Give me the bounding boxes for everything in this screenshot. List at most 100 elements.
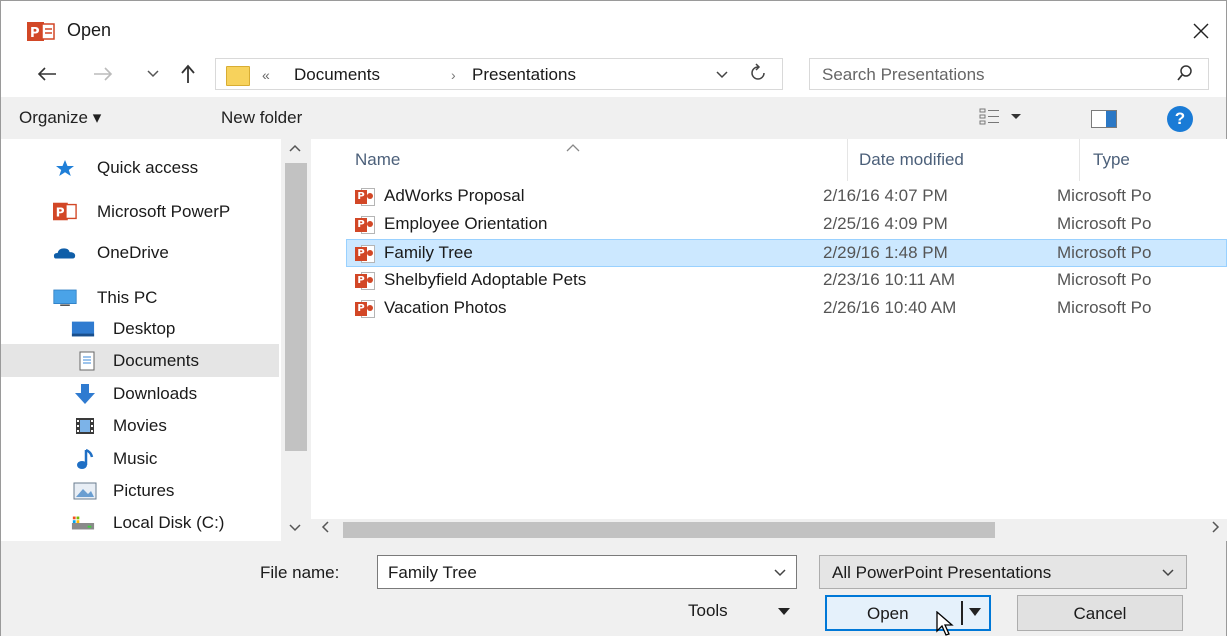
file-row-selected[interactable]: P Family Tree 2/29/16 1:48 PM Microsoft …	[346, 239, 1227, 267]
open-split-divider	[961, 601, 963, 625]
nav-item-quick-access[interactable]: Quick access	[1, 151, 279, 184]
file-name-label: File name:	[260, 563, 340, 582]
nav-item-onedrive[interactable]: OneDrive	[1, 236, 279, 269]
file-list: Name Date modified Type P AdWorks Propos…	[311, 139, 1227, 541]
nav-item-music[interactable]: Music	[1, 442, 279, 475]
cancel-button[interactable]: Cancel	[1017, 595, 1183, 631]
powerpoint-file-icon: P	[355, 216, 375, 234]
close-button[interactable]	[1176, 9, 1226, 53]
bottom-panel: File name: Family Tree All PowerPoint Pr…	[1, 541, 1226, 636]
powerpoint-file-icon: P	[355, 188, 375, 206]
svg-text:P: P	[30, 26, 40, 41]
mouse-cursor-icon	[936, 611, 954, 636]
horizontal-scroll-thumb[interactable]	[343, 522, 995, 538]
computer-icon	[53, 288, 77, 308]
powerpoint-file-icon: P	[355, 300, 375, 318]
help-button[interactable]: ?	[1167, 106, 1193, 132]
file-row[interactable]: P Shelbyfield Adoptable Pets 2/23/16 10:…	[347, 267, 1227, 295]
file-row[interactable]: P AdWorks Proposal 2/16/16 4:07 PM Micro…	[347, 183, 1227, 211]
file-type: Microsoft Po	[1057, 270, 1152, 289]
nav-item-label: Pictures	[113, 480, 175, 500]
address-row: « Documents › Presentations Search Prese…	[1, 53, 1226, 95]
tools-dropdown-arrow-icon[interactable]	[778, 604, 790, 618]
nav-item-microsoft-powerpoint[interactable]: P Microsoft PowerP	[1, 195, 279, 228]
scroll-left-arrow-icon[interactable]	[321, 520, 329, 536]
breadcrumb-presentations[interactable]: Presentations	[472, 65, 576, 85]
open-dropdown-arrow-icon[interactable]	[969, 604, 981, 619]
new-folder-button[interactable]: New folder	[221, 108, 302, 128]
nav-item-movies[interactable]: Movies	[1, 409, 279, 442]
file-name-value: Family Tree	[388, 563, 477, 582]
tools-menu[interactable]: Tools	[688, 601, 728, 621]
change-view-button[interactable]	[979, 107, 1023, 130]
file-type-dropdown[interactable]	[1162, 565, 1174, 580]
recent-locations-button[interactable]	[141, 61, 165, 87]
column-header-type[interactable]: Type	[1093, 150, 1130, 170]
nav-item-documents[interactable]: Documents	[1, 344, 279, 377]
nav-pane-scrollbar[interactable]	[281, 139, 311, 541]
chevron-down-icon	[716, 71, 728, 79]
nav-item-local-disk[interactable]: Local Disk (C:)	[1, 506, 279, 539]
nav-item-label: This PC	[97, 287, 158, 307]
refresh-button[interactable]	[750, 63, 766, 86]
horizontal-scrollbar[interactable]	[311, 519, 1227, 541]
command-bar: Organize ▾ New folder ?	[1, 97, 1226, 139]
desktop-icon	[71, 319, 95, 339]
file-row[interactable]: P Vacation Photos 2/26/16 10:40 AM Micro…	[347, 295, 1227, 323]
file-type: Microsoft Po	[1057, 298, 1152, 317]
nav-item-label: Music	[113, 448, 158, 468]
file-name-dropdown[interactable]	[774, 565, 786, 580]
breadcrumb-separator[interactable]: ›	[451, 67, 456, 83]
window-title: Open	[67, 20, 112, 40]
cloud-icon	[53, 243, 77, 263]
nav-item-label: OneDrive	[97, 242, 169, 262]
search-icon[interactable]	[1176, 64, 1194, 87]
chevron-down-icon	[147, 70, 159, 78]
file-name: Employee Orientation	[384, 214, 548, 233]
file-type: Microsoft Po	[1057, 243, 1152, 262]
nav-item-downloads[interactable]: Downloads	[1, 377, 279, 410]
column-divider[interactable]	[1079, 139, 1080, 181]
scroll-right-arrow-icon[interactable]	[1212, 520, 1220, 536]
back-button[interactable]	[35, 61, 59, 87]
nav-item-desktop[interactable]: Desktop	[1, 312, 279, 345]
column-header-date-modified[interactable]: Date modified	[859, 150, 964, 170]
nav-item-label: Desktop	[113, 318, 176, 338]
forward-button[interactable]	[91, 61, 115, 87]
file-name-field[interactable]: Family Tree	[377, 555, 797, 589]
file-row[interactable]: P Employee Orientation 2/25/16 4:09 PM M…	[347, 211, 1227, 239]
open-button[interactable]: Open	[825, 595, 991, 631]
column-divider[interactable]	[847, 139, 848, 181]
column-header-name[interactable]: Name	[355, 150, 400, 170]
disk-icon	[71, 513, 95, 533]
up-arrow-icon	[181, 64, 195, 83]
breadcrumb-documents[interactable]: Documents	[294, 65, 380, 85]
file-type-select[interactable]: All PowerPoint Presentations	[819, 555, 1187, 589]
nav-item-label: Local Disk (C:)	[113, 512, 225, 532]
search-input[interactable]: Search Presentations	[809, 58, 1209, 90]
file-date: 2/29/16 1:48 PM	[823, 243, 948, 262]
powerpoint-icon: P	[53, 202, 77, 222]
scroll-down-arrow-icon[interactable]	[289, 521, 301, 535]
cancel-button-label: Cancel	[1073, 604, 1127, 623]
pictures-icon	[73, 481, 97, 501]
up-button[interactable]	[176, 61, 200, 87]
title-bar: P Open	[1, 1, 1226, 53]
open-dialog: P Open « Documents › Presentations Searc…	[0, 0, 1227, 636]
preview-pane-button[interactable]	[1091, 110, 1117, 128]
svg-text:P: P	[56, 206, 65, 220]
nav-item-label: Documents	[113, 350, 199, 370]
navigation-pane: Quick access P Microsoft PowerP OneDrive…	[1, 139, 311, 541]
address-bar[interactable]: « Documents › Presentations	[215, 58, 783, 90]
breadcrumb-overflow[interactable]: «	[262, 67, 270, 83]
nav-scroll-thumb[interactable]	[285, 163, 307, 451]
address-dropdown[interactable]	[716, 67, 728, 82]
nav-item-pictures[interactable]: Pictures	[1, 474, 279, 507]
organize-menu[interactable]: Organize ▾	[19, 108, 101, 128]
file-type: Microsoft Po	[1057, 186, 1152, 205]
scroll-up-arrow-icon[interactable]	[289, 141, 301, 155]
search-placeholder: Search Presentations	[822, 65, 985, 84]
chevron-down-icon	[1162, 569, 1174, 577]
nav-item-this-pc[interactable]: This PC	[1, 281, 279, 314]
nav-item-label: Quick access	[97, 157, 199, 177]
